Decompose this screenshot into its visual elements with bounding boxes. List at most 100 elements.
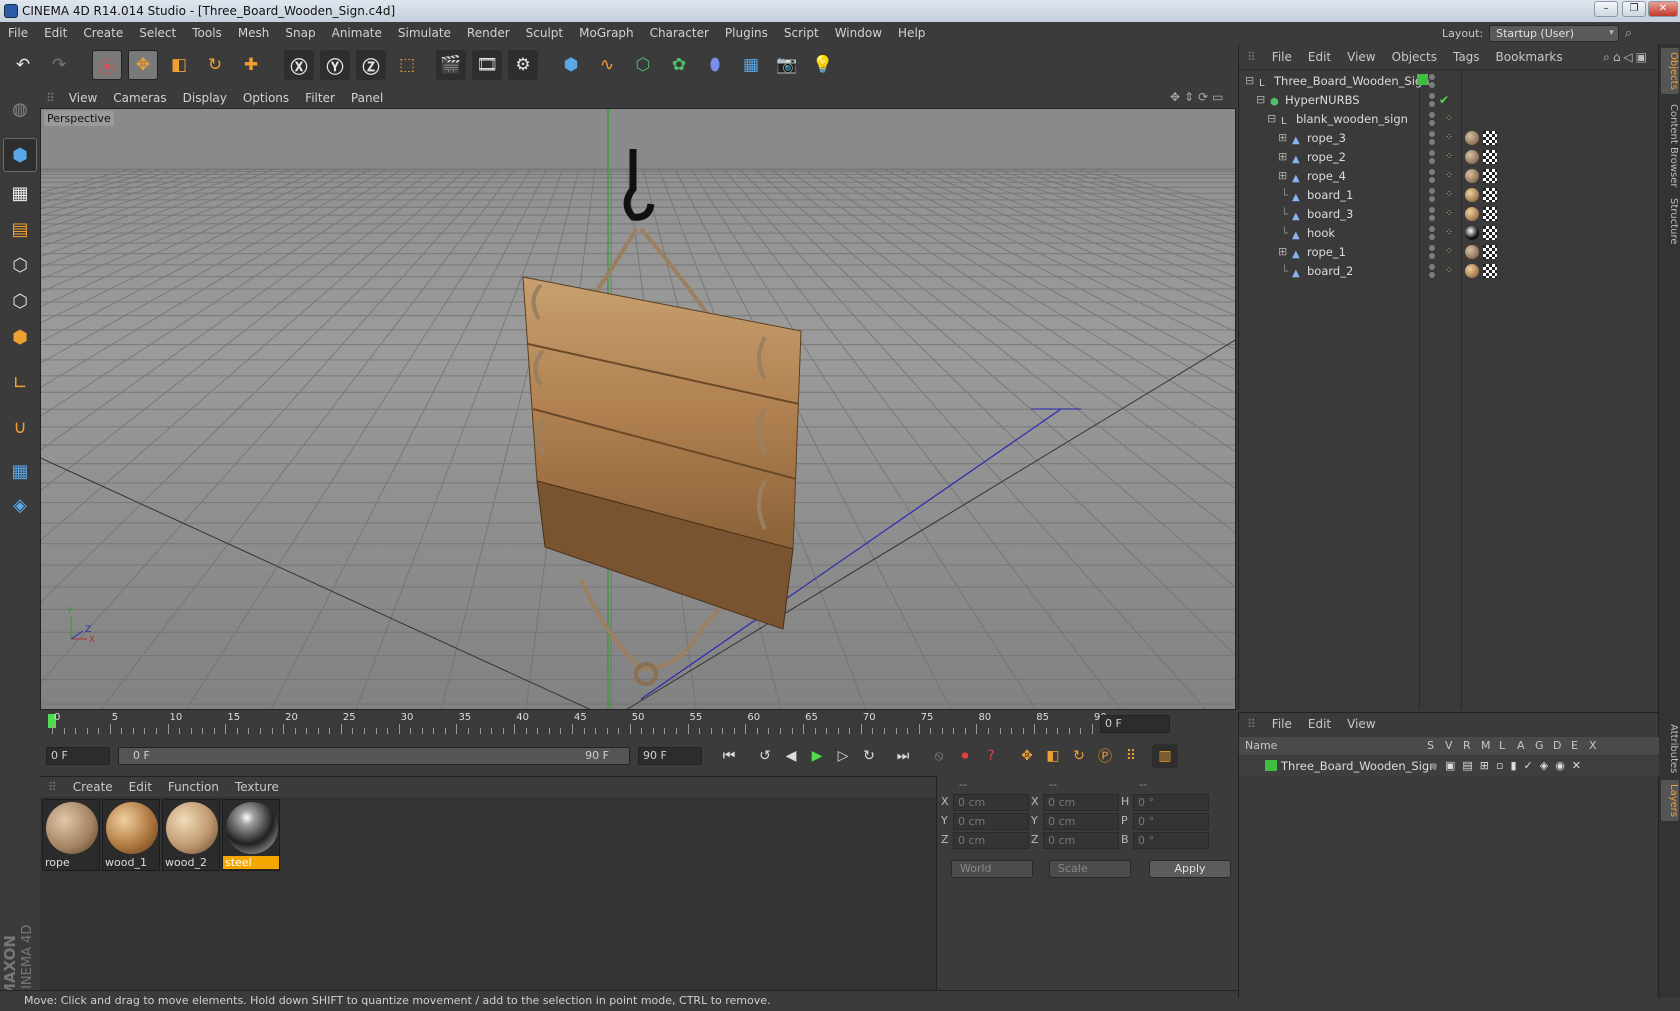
material-tag-icon[interactable]	[1465, 150, 1479, 164]
material-tag-icon[interactable]	[1465, 264, 1479, 278]
coord-value-field[interactable]: 0 °	[1133, 813, 1209, 830]
expand-toggle-icon[interactable]: ⊟	[1267, 109, 1276, 129]
coord-value-field[interactable]: 0 cm	[953, 832, 1029, 849]
move-tool-icon[interactable]: ✥	[128, 50, 158, 80]
object-manager-toolbar-icons[interactable]: ⌕⌂◁▣	[1603, 50, 1650, 65]
keyframe-selection-icon[interactable]: ?	[978, 744, 1004, 768]
material-menu-texture[interactable]: Texture	[227, 777, 287, 797]
editor-visibility-dot[interactable]	[1429, 112, 1435, 118]
floor-icon[interactable]: ▦	[736, 50, 766, 80]
render-visibility-dot[interactable]	[1429, 139, 1435, 145]
render-visibility-dot[interactable]	[1429, 101, 1435, 107]
coordinate-system-icon[interactable]: ⬚	[392, 50, 422, 80]
layer-column-name[interactable]: Name	[1245, 737, 1277, 755]
material-tag-icon[interactable]	[1465, 188, 1479, 202]
undo-icon[interactable]: ↶	[8, 50, 38, 80]
coord-value-field[interactable]: 0 cm	[953, 794, 1029, 811]
timeline-window-icon[interactable]: ▥	[1152, 744, 1178, 768]
previous-key-icon[interactable]: ↺	[752, 744, 778, 768]
uvw-tag-icon[interactable]	[1483, 264, 1497, 278]
editor-visibility-dot[interactable]	[1429, 131, 1435, 137]
editor-visibility-dot[interactable]	[1429, 226, 1435, 232]
material-menu-create[interactable]: Create	[65, 777, 121, 797]
rotate-tool-icon[interactable]: ↻	[200, 50, 230, 80]
menu-mesh[interactable]: Mesh	[230, 22, 278, 44]
layer-menu-edit[interactable]: Edit	[1300, 713, 1339, 735]
layer-column-d[interactable]: D	[1553, 737, 1561, 755]
phong-tag-icon[interactable]: ⁘	[1445, 185, 1453, 205]
render-picture-viewer-icon[interactable]: 🎞	[472, 50, 502, 80]
close-button[interactable]: ✕	[1648, 1, 1678, 17]
render-visibility-dot[interactable]	[1429, 253, 1435, 259]
tab-attributes[interactable]: Attributes	[1661, 720, 1679, 777]
editor-visibility-dot[interactable]	[1429, 74, 1435, 80]
phong-tag-icon[interactable]: ⁘	[1445, 128, 1453, 148]
menu-script[interactable]: Script	[776, 22, 827, 44]
texture-mode-icon[interactable]: ▦	[3, 176, 37, 210]
deformer-icon[interactable]: ⬮	[700, 50, 730, 80]
viewport-menu-filter[interactable]: Filter	[297, 88, 343, 108]
material-menu-function[interactable]: Function	[160, 777, 227, 797]
material-wood-1[interactable]: wood_1	[102, 799, 160, 871]
editor-visibility-dot[interactable]	[1429, 245, 1435, 251]
search-icon[interactable]: ⌕	[1625, 26, 1632, 41]
render-visibility-dot[interactable]	[1429, 158, 1435, 164]
apply-button[interactable]: Apply	[1149, 860, 1231, 878]
make-editable-icon[interactable]: ◍	[3, 92, 37, 126]
viewport-menu-panel[interactable]: Panel	[343, 88, 391, 108]
phong-tag-icon[interactable]: ⁘	[1445, 223, 1453, 243]
y-axis-lock-icon[interactable]: Ⓨ	[320, 50, 350, 80]
menu-tools[interactable]: Tools	[184, 22, 230, 44]
start-frame-field[interactable]: 0 F	[46, 747, 110, 765]
workplane-lock-icon[interactable]: ▦	[3, 454, 37, 488]
preview-range-slider[interactable]: 0 F 90 F	[118, 747, 630, 765]
phong-tag-icon[interactable]: ⁘	[1445, 147, 1453, 167]
minimize-button[interactable]: –	[1594, 1, 1618, 17]
layer-solo-dot[interactable]	[1431, 763, 1437, 769]
material-tag-icon[interactable]	[1465, 226, 1479, 240]
play-forward-icon[interactable]: ▶	[804, 744, 830, 768]
previous-frame-icon[interactable]: ◀	[778, 744, 804, 768]
object-row[interactable]: ⊟ L Three_Board_Wooden_Sign	[1239, 71, 1659, 91]
timeline-ruler[interactable]: 051015202530354045505560657075808590 0 F	[40, 712, 1236, 736]
object-menu-file[interactable]: File	[1264, 44, 1300, 70]
phong-tag-icon[interactable]: ⁘	[1445, 166, 1453, 186]
phong-tag-icon[interactable]: ⁘	[1445, 204, 1453, 224]
object-menu-tags[interactable]: Tags	[1445, 44, 1488, 70]
layer-column-r[interactable]: R	[1463, 737, 1471, 755]
cube-primitive-icon[interactable]: ⬢	[556, 50, 586, 80]
object-row[interactable]: ⊞ ▲ rope_2 ⁘	[1239, 147, 1659, 167]
live-selection-icon[interactable]: ⦿	[92, 50, 122, 80]
tab-structure[interactable]: Structure	[1661, 194, 1679, 249]
object-row[interactable]: └ ▲ board_2 ⁘	[1239, 261, 1659, 281]
render-visibility-dot[interactable]	[1429, 82, 1435, 88]
object-row[interactable]: └ ▲ board_3 ⁘	[1239, 204, 1659, 224]
material-rope[interactable]: rope	[42, 799, 100, 871]
render-visibility-dot[interactable]	[1429, 196, 1435, 202]
autokeying-icon[interactable]: ⏺	[952, 744, 978, 768]
object-menu-edit[interactable]: Edit	[1300, 44, 1339, 70]
layer-column-v[interactable]: V	[1445, 737, 1453, 755]
layer-column-s[interactable]: S	[1427, 737, 1434, 755]
tab-objects[interactable]: Objects	[1661, 48, 1679, 94]
object-row[interactable]: ⊞ ▲ rope_3 ⁘	[1239, 128, 1659, 148]
menu-mograph[interactable]: MoGraph	[571, 22, 642, 44]
object-menu-objects[interactable]: Objects	[1384, 44, 1445, 70]
menu-simulate[interactable]: Simulate	[390, 22, 459, 44]
menu-window[interactable]: Window	[827, 22, 890, 44]
menu-create[interactable]: Create	[75, 22, 131, 44]
phong-tag-icon[interactable]: ⁘	[1445, 242, 1453, 262]
expand-toggle-icon[interactable]: ⊟	[1245, 71, 1254, 91]
record-active-objects-icon[interactable]: ⦸	[926, 744, 952, 768]
points-mode-icon[interactable]: ⬡	[3, 248, 37, 282]
snap-icon[interactable]: ◈	[3, 488, 37, 522]
material-tag-icon[interactable]	[1465, 131, 1479, 145]
render-visibility-dot[interactable]	[1429, 120, 1435, 126]
perspective-viewport[interactable]: Perspective Y Z X	[40, 108, 1236, 710]
add-tool-icon[interactable]: ✚	[236, 50, 266, 80]
expand-toggle-icon[interactable]: ⊞	[1278, 147, 1287, 167]
render-visibility-dot[interactable]	[1429, 177, 1435, 183]
object-row[interactable]: ⊞ ▲ rope_4 ⁘	[1239, 166, 1659, 186]
layer-color-swatch[interactable]	[1265, 760, 1277, 771]
array-icon[interactable]: ✿	[664, 50, 694, 80]
